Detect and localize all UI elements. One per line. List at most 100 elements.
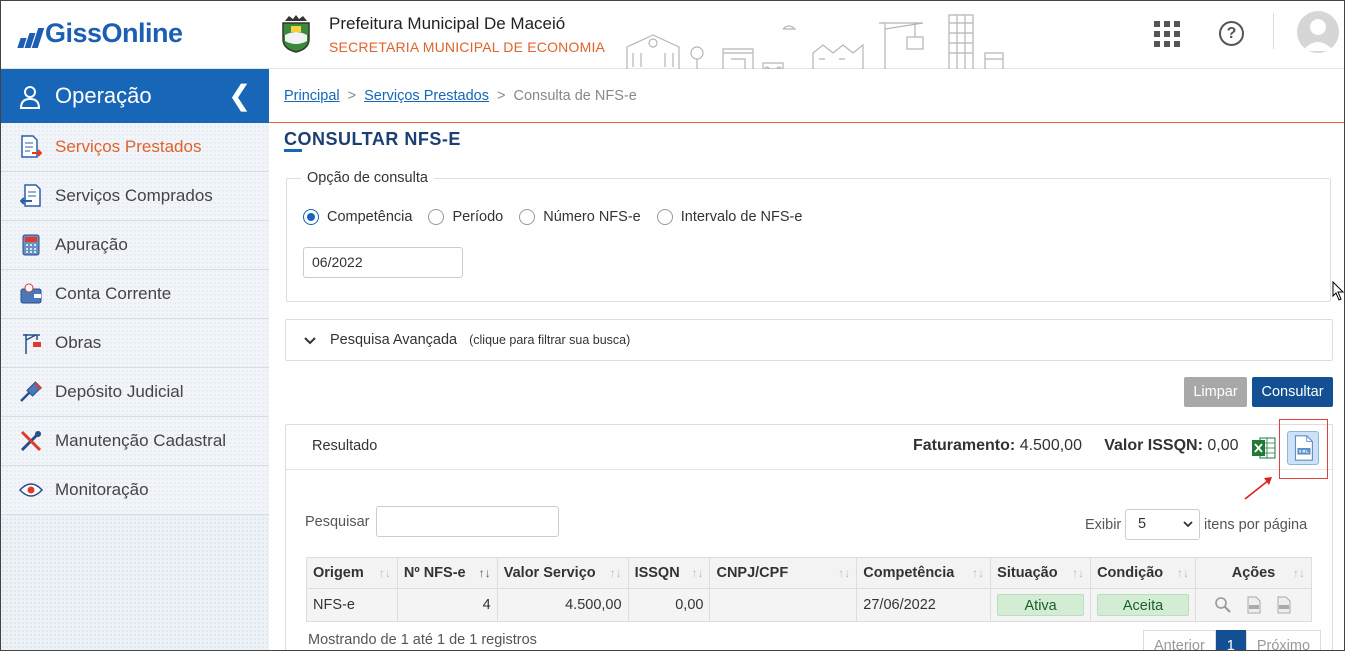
consultar-button[interactable]: Consultar xyxy=(1252,377,1333,407)
result-header: Resultado Faturamento: 4.500,00 Valor IS… xyxy=(286,419,1332,479)
chevron-down-icon xyxy=(304,333,316,348)
result-title: Resultado xyxy=(312,438,378,454)
logo-text: GissOnline xyxy=(45,18,183,48)
issqn-value: 0,00 xyxy=(1207,437,1239,454)
cell-valor: 4.500,00 xyxy=(496,588,629,622)
sort-icon: ↑↓ xyxy=(609,566,622,580)
search-input[interactable] xyxy=(376,506,559,537)
document-arrow-out-icon xyxy=(19,135,43,159)
city-crest-icon xyxy=(282,15,310,53)
exibir-label: Exibir xyxy=(1085,517,1122,533)
itens-por-pagina-label: itens por página xyxy=(1204,517,1308,533)
options-legend: Opção de consulta xyxy=(301,170,434,186)
sidebar-item-label: Serviços Prestados xyxy=(55,137,202,156)
cell-issqn: 0,00 xyxy=(627,588,711,622)
sidebar-item-servicos-prestados[interactable]: Serviços Prestados xyxy=(1,123,269,172)
collapse-sidebar-icon[interactable]: ❮ xyxy=(228,82,251,110)
sidebar-item-manutencao-cadastral[interactable]: Manutenção Cadastral xyxy=(1,417,269,466)
column-header-text: Origem xyxy=(313,565,364,581)
col-situacao[interactable]: Situação ↑↓ xyxy=(990,557,1092,589)
competencia-input[interactable]: 06/2022 xyxy=(303,247,463,278)
xml-file-icon[interactable] xyxy=(1276,596,1292,614)
status-badge: Ativa xyxy=(997,594,1085,616)
sidebar-item-obras[interactable]: Obras xyxy=(1,319,269,368)
col-condicao[interactable]: Condição ↑↓ xyxy=(1090,557,1196,589)
sort-icon: ↑↓ xyxy=(1072,566,1085,580)
col-numero[interactable]: Nº NFS-e ↑↓ xyxy=(396,557,498,589)
col-origem[interactable]: Origem ↑↓ xyxy=(306,557,398,589)
mouse-cursor-icon xyxy=(1332,281,1344,301)
radio-label: Período xyxy=(452,209,504,225)
column-header-text: Valor Serviço xyxy=(503,565,596,581)
consulta-options-panel xyxy=(286,178,1331,302)
pager-previous[interactable]: Anterior xyxy=(1143,630,1216,650)
radio-label: Intervalo de NFS-e xyxy=(680,209,803,225)
col-cnpj-cpf[interactable]: CNPJ/CPF ↑↓ xyxy=(709,557,858,589)
city-skyline-illustration xyxy=(626,14,1004,69)
radio-selected-icon xyxy=(303,209,319,225)
xml-export-icon[interactable] xyxy=(1287,431,1319,465)
radio-unselected-icon xyxy=(656,209,673,225)
sidebar-item-servicos-comprados[interactable]: Serviços Comprados xyxy=(1,172,269,221)
cell-cnpj xyxy=(709,588,858,622)
help-icon[interactable]: ? xyxy=(1219,21,1244,46)
col-issqn[interactable]: ISSQN ↑↓ xyxy=(627,557,711,589)
sidebar-item-apuracao[interactable]: Apuração xyxy=(1,221,269,270)
col-valor-servico[interactable]: Valor Serviço ↑↓ xyxy=(496,557,629,589)
sidebar-title: Operação xyxy=(55,83,152,108)
column-header-text: Condição xyxy=(1097,565,1164,581)
sidebar-item-label: Apuração xyxy=(55,235,128,254)
sort-icon: ↑↓ xyxy=(972,566,985,580)
advanced-search-toggle[interactable]: Pesquisa Avançada (clique para filtrar s… xyxy=(285,319,1333,361)
cell-origem: NFS-e xyxy=(306,588,398,622)
sidebar-item-label: Serviços Comprados xyxy=(55,186,213,205)
radio-numero-nfse[interactable]: Número NFS-e xyxy=(519,209,641,225)
radio-label: Número NFS-e xyxy=(543,209,641,225)
sort-icon: ↑↓ xyxy=(478,566,491,580)
sidebar-item-conta-corrente[interactable]: Conta Corrente xyxy=(1,270,269,319)
table-header-row: Origem ↑↓ Nº NFS-e ↑↓ Valor Serviço ↑↓ ISSQ… xyxy=(306,557,1313,589)
radio-intervalo-nfse[interactable]: Intervalo de NFS-e xyxy=(656,209,803,225)
document-arrow-in-icon xyxy=(19,184,43,208)
sidebar: Operação ❮ Serviços Prestados Serviços C… xyxy=(1,69,269,650)
col-acoes: Ações ↑↓ xyxy=(1194,557,1313,589)
sidebar-item-deposito-judicial[interactable]: Depósito Judicial xyxy=(1,368,269,417)
cell-competencia: 27/06/2022 xyxy=(856,588,992,622)
magnifier-icon[interactable] xyxy=(1214,596,1232,614)
pager-next[interactable]: Próximo xyxy=(1245,630,1322,650)
gissonline-logo[interactable]: GissOnline xyxy=(17,18,183,48)
table-row[interactable]: NFS-e 4 4.500,00 0,00 27/06/2022 Ativa A… xyxy=(306,588,1313,622)
excel-export-icon[interactable] xyxy=(1251,435,1277,461)
col-competencia[interactable]: Competência ↑↓ xyxy=(856,557,992,589)
sidebar-item-label: Obras xyxy=(55,333,102,352)
calculator-icon xyxy=(19,233,43,257)
cell-situacao: Ativa xyxy=(990,588,1092,622)
condition-badge: Aceita xyxy=(1097,594,1189,616)
app-window: GissOnline Prefeitura Municipal De Macei… xyxy=(0,0,1345,651)
search-label: Pesquisar xyxy=(305,514,370,530)
pager-current[interactable]: 1 xyxy=(1215,630,1246,650)
user-avatar[interactable] xyxy=(1297,11,1339,53)
column-header-text: Ações xyxy=(1231,565,1276,581)
tools-icon xyxy=(19,429,43,453)
advanced-search-hint: (clique para filtrar sua busca) xyxy=(469,333,631,347)
sidebar-item-monitoracao[interactable]: Monitoração xyxy=(1,466,269,515)
breadcrumb-principal[interactable]: Principal xyxy=(284,88,340,104)
pdf-icon[interactable] xyxy=(1246,596,1262,614)
cell-acoes xyxy=(1194,588,1313,622)
sidebar-item-label: Monitoração xyxy=(55,480,149,499)
radio-periodo[interactable]: Período xyxy=(428,209,503,225)
sidebar-item-label: Depósito Judicial xyxy=(55,382,184,401)
page-title-underline xyxy=(284,149,302,152)
sort-icon: ↑↓ xyxy=(378,566,391,580)
apps-grid-icon[interactable] xyxy=(1154,21,1180,47)
limpar-button[interactable]: Limpar xyxy=(1184,377,1247,407)
logo-bars-icon xyxy=(17,28,45,48)
column-header-text: ISSQN xyxy=(634,565,680,581)
radio-competencia[interactable]: Competência xyxy=(303,209,412,225)
gavel-icon xyxy=(19,380,43,404)
column-header-text: Nº NFS-e xyxy=(403,565,466,581)
breadcrumb-servicos-prestados[interactable]: Serviços Prestados xyxy=(364,88,489,104)
user-silhouette-icon xyxy=(1302,19,1334,51)
page-size-select[interactable]: 5 xyxy=(1125,509,1200,540)
